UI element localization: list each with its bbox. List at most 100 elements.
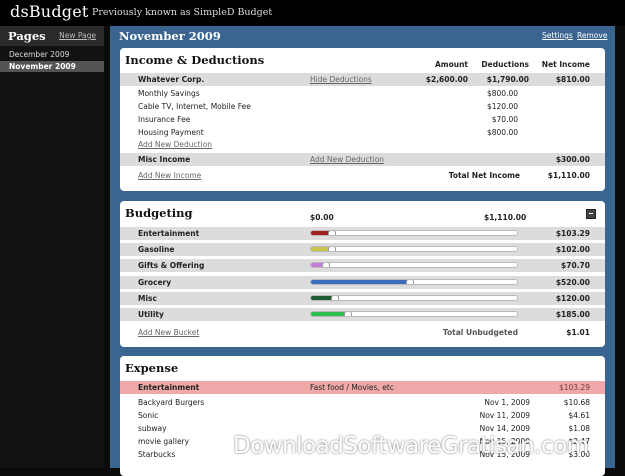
sidebar-title: Pages [8,29,46,43]
expense-item-name: Starbucks [138,450,176,459]
budget-bucket-row[interactable]: Misc $120.00 [120,292,605,305]
total-net-income-value: $1,110.00 [547,171,590,180]
income-amount: $2,600.00 [425,75,468,84]
expense-item-row[interactable]: Sonic Nov 11, 2009 $4.61 [120,409,605,422]
budget-scale-max: $1,110.00 [484,213,527,222]
add-income-link[interactable]: Add New Income [138,169,201,182]
sidebar-item-december-2009[interactable]: December 2009 [0,49,104,60]
collapse-icon[interactable] [586,209,596,219]
expense-category-value: $103.29 [558,383,590,392]
income-source-row: Misc Income Add New Deduction $300.00 [120,153,605,166]
bucket-name: Gasoline [138,245,175,254]
bucket-progress-fill [311,296,333,300]
expense-item-date: Nov 11, 2009 [479,411,530,420]
income-net: $810.00 [555,75,590,84]
budgeting-panel-title: Budgeting [125,206,193,220]
bucket-slider-handle[interactable] [328,231,336,235]
expense-item-amount: $10.68 [563,398,590,407]
sidebar-header: Pages New Page [0,26,104,46]
bucket-progress-fill [311,280,408,284]
remove-link[interactable]: Remove [577,31,607,40]
deduction-name: Monthly Savings [138,89,200,98]
bucket-progress-bar[interactable] [310,246,518,252]
income-source-row: Whatever Corp. Hide Deductions $2,600.00… [120,73,605,86]
bucket-name: Entertainment [138,229,200,238]
total-unbudgeted-value: $1.01 [566,328,590,337]
budget-bucket-row[interactable]: Gifts & Offering $70.70 [120,259,605,272]
deduction-name: Insurance Fee [138,115,191,124]
budget-bucket-row[interactable]: Grocery $520.00 [120,276,605,289]
main-content: November 2009 Settings Remove Income & D… [110,26,615,476]
hide-deductions-link[interactable]: Hide Deductions [310,73,372,86]
top-bar: dsBudget Previously known as SimpleD Bud… [0,0,625,26]
bucket-slider-handle[interactable] [406,280,414,284]
income-panel: Income & Deductions Amount Deductions Ne… [120,48,605,191]
expense-item-row[interactable]: Backyard Burgers Nov 1, 2009 $10.68 [120,396,605,409]
income-source-name: Misc Income [138,155,191,164]
unbudgeted-row: Add New Bucket Total Unbudgeted $1.01 [120,326,605,339]
income-panel-title: Income & Deductions [125,53,265,67]
expense-panel-title: Expense [125,361,179,375]
total-unbudgeted-label: Total Unbudgeted [442,328,518,337]
bucket-progress-bar[interactable] [310,262,518,268]
deduction-value: $120.00 [486,102,518,111]
expense-item-name: Sonic [138,411,159,420]
bucket-name: Gifts & Offering [138,261,205,270]
bucket-slider-handle[interactable] [331,296,339,300]
bucket-value: $70.70 [561,261,590,270]
add-deduction-row: Add New Deduction [120,138,605,151]
bucket-progress-bar[interactable] [310,230,518,236]
add-deduction-link[interactable]: Add New Deduction [310,153,384,166]
bucket-name: Misc [138,294,157,303]
expense-item-date: Nov 1, 2009 [484,398,530,407]
app-logo: dsBudget [10,2,89,21]
add-deduction-link[interactable]: Add New Deduction [138,138,212,151]
bucket-progress-bar[interactable] [310,295,518,301]
income-source-name: Whatever Corp. [138,75,205,84]
income-deductions: $1,790.00 [486,75,529,84]
bucket-progress-bar[interactable] [310,279,518,285]
deductions-column-header: Deductions [481,60,529,69]
budgeting-panel: Budgeting $0.00 $1,110.00 Entertainment $… [120,201,605,347]
watermark: DownloadSoftwareGratisan.com [233,433,589,459]
income-net: $300.00 [555,155,590,164]
expense-item-name: movie gallery [138,437,190,446]
bucket-progress-fill [311,312,346,316]
amount-column-header: Amount [434,60,468,69]
expense-item-amount: $4.61 [568,411,590,420]
expense-category-note: Fast food / Movies, etc [310,383,394,392]
deduction-row[interactable]: Insurance Fee $70.00 [120,113,605,126]
deduction-name: Cable TV, Internet, Mobile Fee [138,102,251,111]
add-bucket-link[interactable]: Add New Bucket [138,326,199,339]
bucket-value: $185.00 [555,310,590,319]
bucket-value: $120.00 [555,294,590,303]
deduction-value: $800.00 [486,89,518,98]
sidebar: Pages New Page December 2009 November 20… [0,26,104,468]
net-income-column-header: Net Income [541,60,590,69]
deduction-row[interactable]: Monthly Savings $800.00 [120,87,605,100]
bucket-name: Grocery [138,278,172,287]
budget-bucket-row[interactable]: Entertainment $103.29 [120,227,605,240]
expense-category-row[interactable]: Entertainment Fast food / Movies, etc $1… [120,381,605,394]
budget-bucket-row[interactable]: Utility $185.00 [120,308,605,321]
bucket-value: $102.00 [555,245,590,254]
expense-item-name: Backyard Burgers [138,398,205,407]
bucket-value: $520.00 [555,278,590,287]
bucket-value: $103.29 [555,229,590,238]
bucket-slider-handle[interactable] [344,312,352,316]
settings-link[interactable]: Settings [542,31,573,40]
bucket-slider-handle[interactable] [328,247,336,251]
bucket-slider-handle[interactable] [322,263,330,267]
expense-item-name: subway [138,424,167,433]
app-tagline: Previously known as SimpleD Budget [92,7,273,18]
new-page-link[interactable]: New Page [59,31,96,40]
deduction-value: $70.00 [491,115,518,124]
expense-category-name: Entertainment [138,383,200,392]
bucket-progress-bar[interactable] [310,311,518,317]
sidebar-item-november-2009[interactable]: November 2009 [0,61,104,72]
budget-scale-min: $0.00 [310,213,334,222]
total-income-row: Add New Income Total Net Income $1,110.0… [120,169,605,182]
deduction-row[interactable]: Cable TV, Internet, Mobile Fee $120.00 [120,100,605,113]
budget-bucket-row[interactable]: Gasoline $102.00 [120,243,605,256]
bucket-name: Utility [138,310,164,319]
